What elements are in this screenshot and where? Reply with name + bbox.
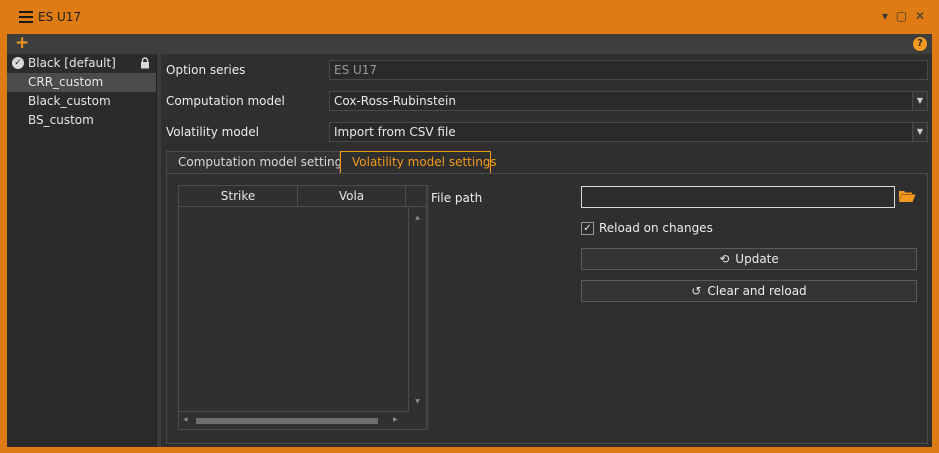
lock-icon [141,57,149,69]
file-path-label: File path [431,191,483,205]
model-list: ✓ Black [default] CRR_custom Black_custo… [7,54,157,447]
vertical-scrollbar[interactable]: ▲ ▼ [408,207,426,412]
sidebar-item-label: Black_custom [28,94,111,108]
volatility-settings-panel: Strike Vola ▲ ▼ ◀ ▶ File path ✓ Reload o… [166,173,928,444]
history-icon: ↺ [691,284,702,298]
refresh-icon: ⟲ [719,252,730,266]
volatility-table[interactable]: Strike Vola ▲ ▼ ◀ ▶ [178,185,427,430]
chevron-down-icon[interactable]: ▼ [912,92,927,110]
scroll-right-icon[interactable]: ▶ [393,416,398,423]
scroll-left-icon[interactable]: ◀ [183,416,188,423]
scroll-up-icon[interactable]: ▲ [409,214,426,221]
chevron-down-icon[interactable]: ▼ [912,123,927,141]
scrollbar-thumb[interactable] [196,418,378,424]
model-editor: Option series ES U17 Computation model C… [161,54,932,447]
computation-model-label: Computation model [166,94,285,108]
sidebar-item-black-custom[interactable]: Black_custom [7,92,156,111]
column-header-vola[interactable]: Vola [298,186,406,207]
volatility-model-select[interactable]: Import from CSV file ▼ [329,122,928,142]
sidebar-item-label: BS_custom [28,113,94,127]
volatility-model-value: Import from CSV file [334,125,456,139]
reload-on-changes-label: Reload on changes [599,221,713,235]
add-icon[interactable]: + [15,35,29,52]
clear-and-reload-button[interactable]: ↺ Clear and reload [581,280,917,302]
volatility-model-label: Volatility model [166,125,259,139]
sidebar-item-black-default[interactable]: ✓ Black [default] [7,54,156,73]
folder-open-icon[interactable] [898,189,916,203]
toolbar: + ? [7,34,932,54]
hamburger-menu-icon[interactable] [19,11,33,23]
option-series-field: ES U17 [329,60,928,80]
horizontal-scrollbar[interactable]: ◀ ▶ [179,411,408,429]
content-area: ✓ Black [default] CRR_custom Black_custo… [7,54,932,447]
sidebar-item-label: Black [default] [28,56,116,70]
sidebar-item-label: CRR_custom [28,75,104,89]
app-window: ES U17 ▾ ▢ ✕ + ? ✓ Black [default] CRR_c… [0,0,939,453]
window-title: ES U17 [38,10,82,24]
tab-volatility-model-settings[interactable]: Volatility model settings [340,151,497,174]
window-controls[interactable]: ▾ ▢ ✕ [882,9,927,23]
clear-and-reload-label: Clear and reload [707,284,807,298]
file-path-input[interactable] [581,186,895,208]
computation-model-select[interactable]: Cox-Ross-Rubinstein ▼ [329,91,928,111]
scroll-down-icon[interactable]: ▼ [409,398,426,405]
title-bar[interactable]: ES U17 ▾ ▢ ✕ [0,0,939,34]
divider [427,185,429,430]
tab-computation-model-settings[interactable]: Computation model settings [166,151,349,174]
check-circle-icon: ✓ [12,57,24,69]
sidebar-item-crr-custom[interactable]: CRR_custom [7,73,156,92]
reload-on-changes-checkbox[interactable]: ✓ [581,222,594,235]
help-icon[interactable]: ? [913,37,927,51]
update-button-label: Update [735,252,779,266]
column-header-strike[interactable]: Strike [179,186,298,207]
computation-model-value: Cox-Ross-Rubinstein [334,94,456,108]
sidebar-item-bs-custom[interactable]: BS_custom [7,111,156,130]
option-series-label: Option series [166,63,246,77]
update-button[interactable]: ⟲ Update [581,248,917,270]
table-header: Strike Vola [179,186,426,207]
